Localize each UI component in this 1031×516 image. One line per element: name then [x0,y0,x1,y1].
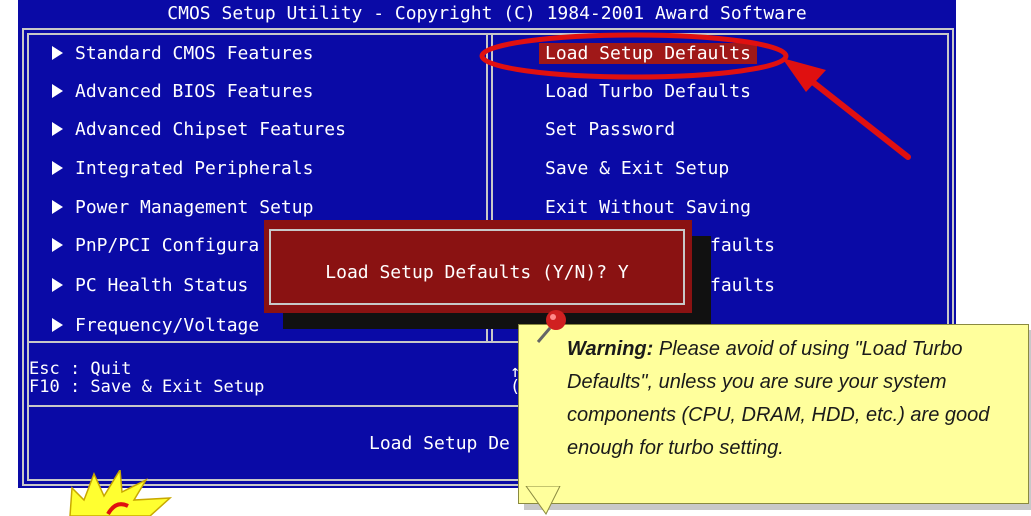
pushpin-icon [536,310,566,343]
highlight-ellipse [479,32,789,80]
warning-callout: Warning: Please avoid of using "Load Tur… [518,324,1029,504]
red-arrow [797,69,911,160]
starburst-icon [69,470,173,516]
callout-tail [525,486,561,515]
warning-text: Warning: Please avoid of using "Load Tur… [567,333,1023,465]
warning-label: Warning: [567,338,654,360]
